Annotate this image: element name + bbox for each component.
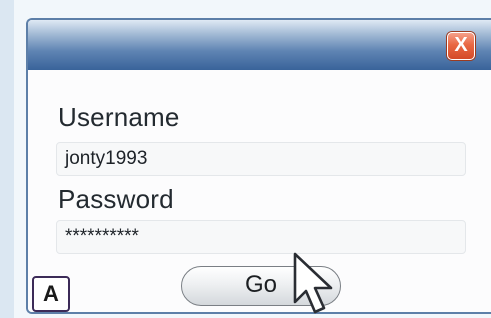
username-label: Username — [58, 102, 180, 132]
login-dialog: X Username jonty1993 Password **********… — [26, 18, 491, 314]
close-button[interactable]: X — [447, 32, 475, 60]
mouse-pointer-icon — [293, 252, 333, 314]
password-label: Password — [58, 184, 174, 214]
title-bar[interactable]: X — [28, 20, 491, 70]
password-field[interactable]: ********** — [56, 220, 466, 254]
close-icon: X — [454, 34, 468, 56]
dialog-body: Username jonty1993 Password ********** A… — [28, 70, 491, 312]
username-field[interactable]: jonty1993 — [56, 142, 466, 176]
background-strip — [0, 0, 14, 318]
option-badge: A — [32, 276, 70, 312]
